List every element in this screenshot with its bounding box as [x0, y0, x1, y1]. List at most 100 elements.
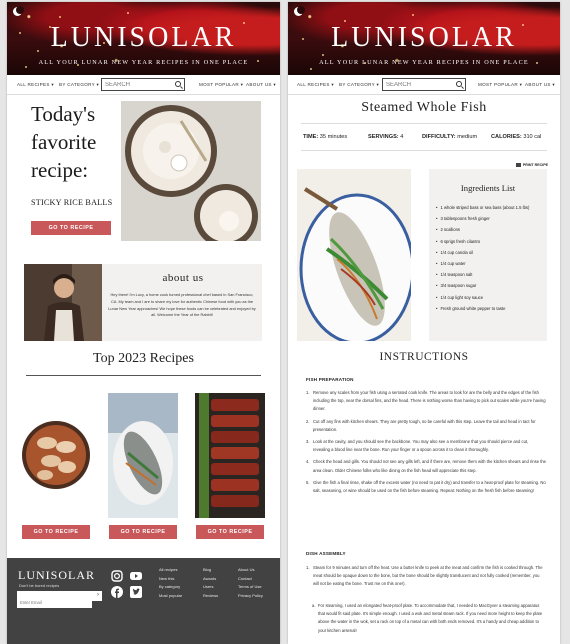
- email-field[interactable]: [17, 597, 92, 608]
- footer-link[interactable]: Contact: [238, 575, 263, 584]
- footer-links-col3: About Us Contact Terms of Use Privacy Po…: [238, 566, 263, 600]
- calories-label: CALORIES:: [491, 134, 522, 140]
- footer-link[interactable]: All recipes: [159, 566, 182, 575]
- hero-go-to-recipe-button[interactable]: GO TO RECIPE: [31, 221, 111, 235]
- site-logo[interactable]: LUNISOLAR: [288, 22, 560, 54]
- ingredient-item: 3 tablespoons fresh ginger: [436, 213, 529, 224]
- header-banner: LUNISOLAR ALL YOUR LUNAR NEW YEAR RECIPE…: [7, 2, 280, 75]
- footer-link[interactable]: About Us: [238, 566, 263, 575]
- hero-heading-line1: Today's: [31, 102, 96, 126]
- calories-value: 310 cal: [523, 134, 542, 140]
- instagram-icon[interactable]: [111, 570, 123, 582]
- card-go-to-recipe-button[interactable]: GO TO RECIPE: [22, 525, 90, 539]
- instruction-substep: a. For steaming, I used an elongated heat…: [312, 603, 543, 633]
- search-box[interactable]: [382, 78, 466, 91]
- nav-by-category[interactable]: BY CATEGORY ▾: [59, 82, 99, 88]
- search-box[interactable]: [101, 78, 185, 91]
- steamed-fish-photo: [297, 169, 411, 341]
- fish-prep-steps: 1. Remove any scales from your fish using…: [306, 389, 546, 499]
- subscribe-label: Don't be bored recipes: [19, 583, 60, 588]
- step-text: Cut off any fins with kitchen shears. Th…: [313, 418, 536, 432]
- instruction-step: 1. Remove any scales from your fish using…: [306, 390, 546, 412]
- submit-arrow-icon[interactable]: ›: [97, 592, 99, 598]
- footer-link[interactable]: Users: [203, 583, 218, 592]
- meta-time: TIME: 35 minutes: [303, 134, 347, 140]
- footer-link[interactable]: Awards: [203, 575, 218, 584]
- section-heading-fish-prep: FISH PREPARATION: [306, 377, 354, 382]
- instruction-step: 4. Check the head and gills. You should n…: [306, 459, 547, 473]
- ingredients-list: 1 whole striped bass or sea bass (about …: [436, 202, 529, 314]
- difficulty-label: DIFFICULTY:: [422, 134, 456, 140]
- instruction-step: 1. Steam for 9 minutes and turn off the h…: [306, 565, 543, 587]
- section-heading-dish-assembly: DISH ASSEMBLY: [306, 551, 346, 556]
- search-input[interactable]: [383, 79, 453, 90]
- about-us-section: about us Hey there! I'm Lucy, a home coo…: [24, 264, 262, 341]
- moon-logo-icon: [13, 6, 24, 16]
- about-us-heading: about us: [162, 272, 204, 284]
- footer-link[interactable]: New this: [159, 575, 182, 584]
- search-icon[interactable]: [175, 81, 181, 87]
- difficulty-value: medium: [457, 134, 478, 140]
- nav-most-popular[interactable]: MOST POPULAR ▾: [478, 82, 522, 88]
- dish-assembly-steps: 1. Steam for 9 minutes and turn off the h…: [306, 564, 546, 593]
- recipe-card-photo-fish[interactable]: [108, 393, 178, 518]
- instruction-step: 2. Cut off any fins with kitchen shears. …: [306, 418, 536, 432]
- footer-link[interactable]: Terms of Use: [238, 583, 263, 592]
- hero-text: Today's favorite recipe: STICKY RICE BAL…: [31, 100, 121, 207]
- nav-about-us[interactable]: ABOUT US ▾: [246, 82, 276, 88]
- ingredient-item: Fresh ground white pepper to taste: [436, 303, 529, 314]
- site-footer: LUNISOLAR Don't be bored recipes › All r…: [7, 558, 280, 644]
- step-text: Give the fish a final rinse, shake off t…: [313, 479, 546, 494]
- ingredient-item: 1/4 cup canola oil: [436, 247, 529, 258]
- facebook-icon[interactable]: [111, 586, 123, 598]
- meta-calories: CALORIES: 310 cal: [491, 134, 541, 140]
- ingredient-item: 1 whole striped bass or sea bass (about …: [436, 202, 529, 213]
- recipe-title: Steamed Whole Fish: [361, 100, 487, 115]
- nav-all-recipes[interactable]: ALL RECIPES ▾: [17, 82, 54, 88]
- step-text: Look at the cavity, and you should see t…: [313, 439, 529, 453]
- recipe-card-photo-pork[interactable]: [195, 393, 265, 518]
- print-recipe-button[interactable]: PRINT RECIPE: [516, 163, 548, 167]
- newsletter-email[interactable]: ›: [17, 591, 102, 608]
- ingredients-box: Ingredients List 1 whole striped bass or…: [429, 169, 547, 341]
- footer-logo[interactable]: LUNISOLAR: [18, 568, 95, 583]
- footer-link[interactable]: Blog: [203, 566, 218, 575]
- hero-heading-line2: favorite: [31, 130, 97, 154]
- recipe-page-panel: LUNISOLAR ALL YOUR LUNAR NEW YEAR RECIPE…: [288, 2, 560, 644]
- ingredient-item: 1/4 teaspoon salt: [436, 269, 529, 280]
- instruction-step: 5. Give the fish a final rinse, shake off…: [306, 479, 546, 494]
- header-banner: LUNISOLAR ALL YOUR LUNAR NEW YEAR RECIPE…: [288, 2, 560, 75]
- hero-recipe-name: STICKY RICE BALLS: [31, 198, 113, 207]
- sticky-rice-balls-photo[interactable]: [121, 101, 261, 241]
- search-input[interactable]: [102, 79, 172, 90]
- ingredients-heading: Ingredients List: [460, 183, 516, 193]
- nav-most-popular[interactable]: MOST POPULAR ▾: [199, 82, 243, 88]
- ingredient-item: 3/4 teaspoon sugar: [436, 280, 529, 291]
- hero-heading-line3: recipe:: [31, 158, 89, 182]
- footer-link[interactable]: Reviews: [203, 592, 218, 601]
- site-logo[interactable]: LUNISOLAR: [7, 22, 280, 54]
- instructions-heading: INSTRUCTIONS: [379, 351, 469, 363]
- ingredient-item: 2 scallions: [436, 224, 529, 235]
- card-go-to-recipe-button[interactable]: GO TO RECIPE: [196, 525, 264, 539]
- search-icon[interactable]: [456, 81, 462, 87]
- meta-difficulty: DIFFICULTY: medium: [422, 134, 477, 140]
- youtube-icon[interactable]: [130, 570, 142, 582]
- servings-label: SERVINGS:: [368, 134, 399, 140]
- nav-all-recipes[interactable]: ALL RECIPES ▾: [297, 82, 334, 88]
- time-value: 35 minutes: [319, 134, 348, 140]
- chef-photo: [24, 264, 102, 341]
- instruction-step: 3. Look at the cavity, and you should see…: [306, 439, 529, 453]
- nav-by-category[interactable]: BY CATEGORY ▾: [339, 82, 379, 88]
- step-text: Remove any scales from your fish using a…: [313, 390, 546, 412]
- homepage-panel: LUNISOLAR ALL YOUR LUNAR NEW YEAR RECIPE…: [7, 2, 280, 644]
- footer-link[interactable]: Privacy Policy: [238, 592, 263, 601]
- footer-link[interactable]: Most popular: [159, 592, 182, 601]
- card-go-to-recipe-button[interactable]: GO TO RECIPE: [109, 525, 177, 539]
- twitter-icon[interactable]: [130, 586, 142, 598]
- nav-about-us[interactable]: ABOUT US ▾: [525, 82, 555, 88]
- site-tagline: ALL YOUR LUNAR NEW YEAR RECIPES IN ONE P…: [38, 59, 249, 66]
- top-recipes-heading: Top 2023 Recipes: [93, 351, 194, 366]
- footer-link[interactable]: By category: [159, 583, 182, 592]
- recipe-card-photo-dumplings[interactable]: [21, 393, 91, 518]
